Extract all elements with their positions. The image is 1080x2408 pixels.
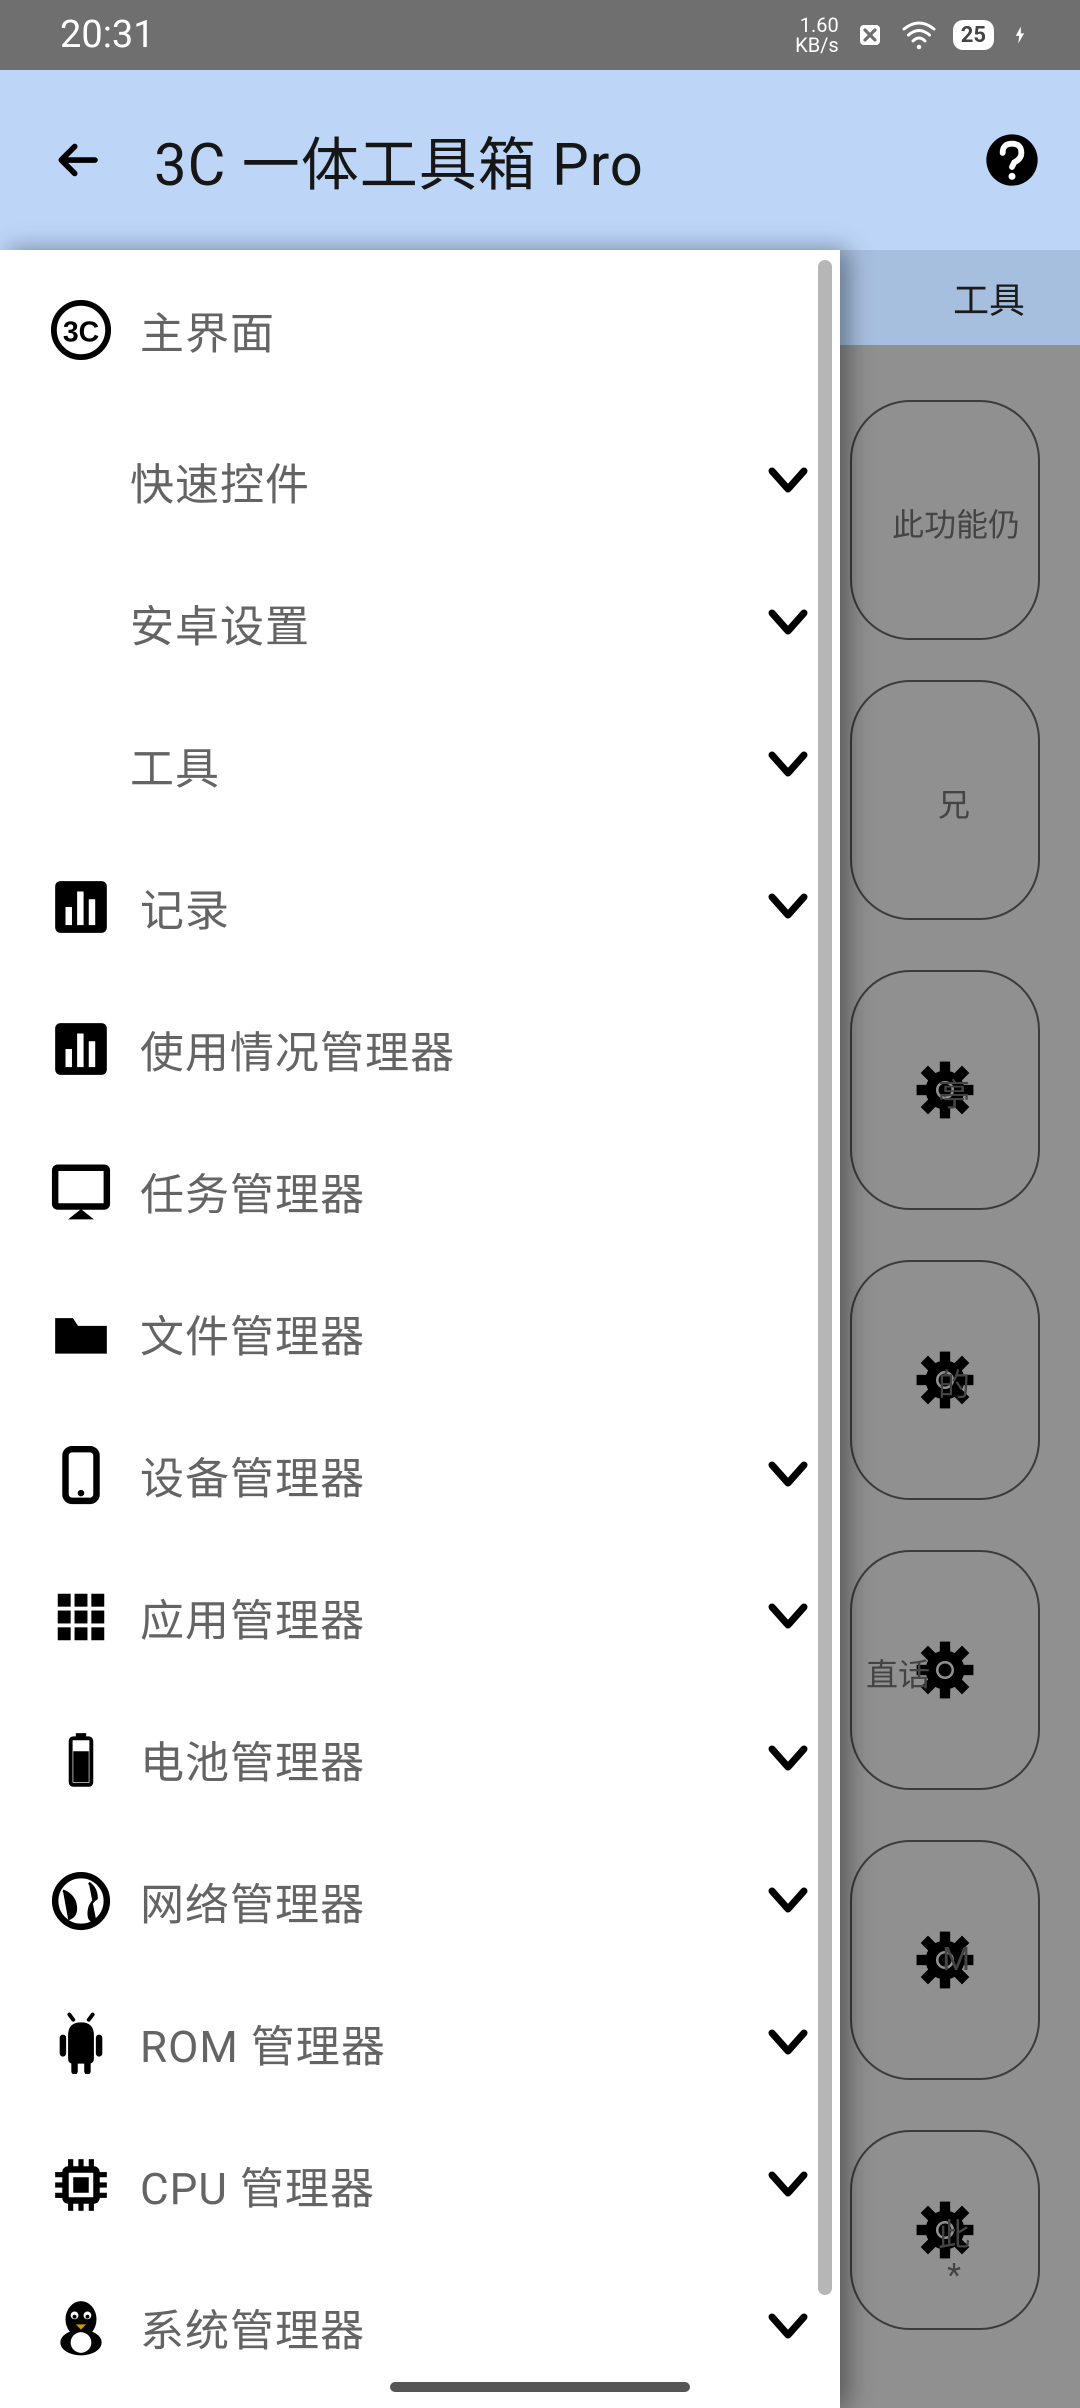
drawer-item[interactable]: CPU 管理器 [0,2114,840,2256]
x-box-icon [855,20,885,50]
drawer-item-label: 系统管理器 [140,2295,764,2359]
drawer-item[interactable]: 工具 [0,694,840,836]
drawer-item-label: 快速控件 [130,449,764,513]
nav-indicator [390,2382,690,2392]
back-button[interactable] [50,133,104,187]
app-header: 3C 一体工具箱 Pro [0,70,1080,250]
drawer-item[interactable]: 使用情况管理器 [0,978,840,1120]
chart-icon [44,1018,118,1080]
chevron-down-icon[interactable] [764,1593,812,1641]
drawer-item-label: 电池管理器 [140,1727,764,1791]
navigation-drawer[interactable]: 主界面快速控件安卓设置工具记录使用情况管理器任务管理器文件管理器设备管理器应用管… [0,250,840,2408]
backdrop-label: 直话 [866,1650,930,1696]
drawer-item-label: CPU 管理器 [140,2153,764,2217]
drawer-item[interactable]: 任务管理器 [0,1120,840,1262]
drawer-item-label: 工具 [130,733,764,797]
bolt-icon [1010,18,1030,52]
apps-icon [44,1586,118,1648]
drawer-item[interactable]: 网络管理器 [0,1830,840,1972]
scrollbar-thumb[interactable] [818,260,832,2295]
drawer-item-label: ROM 管理器 [140,2011,764,2075]
drawer-item[interactable]: 快速控件 [0,410,840,552]
chevron-down-icon[interactable] [764,741,812,789]
drawer-item[interactable]: 应用管理器 [0,1546,840,1688]
tab-tools[interactable]: 工具 [953,272,1025,324]
drawer-item[interactable]: 系统管理器 [0,2256,840,2398]
chevron-down-icon[interactable] [764,883,812,931]
chevron-down-icon[interactable] [764,1735,812,1783]
chevron-down-icon[interactable] [764,599,812,647]
cpu-icon [44,2154,118,2216]
status-time: 20:31 [60,13,155,57]
help-button[interactable] [984,132,1040,188]
drawer-item[interactable]: ROM 管理器 [0,1972,840,2114]
drawer-item[interactable]: 主界面 [0,250,840,410]
battery-indicator: 25 [953,20,994,50]
status-right: 1.60KB/s 25 [795,15,1030,55]
drawer-item-label: 应用管理器 [140,1585,764,1649]
drawer-item-label: 记录 [140,875,764,939]
wifi-icon [901,17,937,53]
monitor-icon [44,1160,118,1222]
chevron-down-icon[interactable] [764,1451,812,1499]
drawer-item-label: 文件管理器 [140,1301,812,1365]
chevron-down-icon[interactable] [764,1877,812,1925]
drawer-item[interactable]: 电池管理器 [0,1688,840,1830]
drawer-item-label: 安卓设置 [130,591,764,655]
drawer-item[interactable]: 记录 [0,836,840,978]
chevron-down-icon[interactable] [764,2303,812,2351]
app-title: 3C 一体工具箱 Pro [154,118,934,202]
backdrop-label: 的 [938,1360,970,1406]
drawer-item[interactable]: 设备管理器 [0,1404,840,1546]
drawer-item-label: 任务管理器 [140,1159,812,1223]
drawer-item-label: 使用情况管理器 [140,1017,812,1081]
backdrop-label: 兄 [938,780,970,826]
chevron-down-icon[interactable] [764,2161,812,2209]
phone-icon [44,1444,118,1506]
backdrop-label: M [942,1940,970,1978]
drawer-item-label: 主界面 [140,298,812,362]
status-network-speed: 1.60KB/s [795,15,839,55]
status-bar: 20:31 1.60KB/s 25 [0,0,1080,70]
drawer-item-label: 设备管理器 [140,1443,764,1507]
folder-icon [44,1302,118,1364]
chart-icon [44,876,118,938]
drawer-item[interactable]: 文件管理器 [0,1262,840,1404]
backdrop-label: 亭 [938,1070,970,1116]
backdrop-label: 此功能仍 [892,500,1020,546]
tux-icon [44,2296,118,2358]
chevron-down-icon[interactable] [764,457,812,505]
3c-icon [44,299,118,361]
battery-icon [44,1728,118,1790]
backdrop-label: 此 * [938,2210,970,2294]
android-icon [44,2012,118,2074]
chevron-down-icon[interactable] [764,2019,812,2067]
globe-icon [44,1870,118,1932]
drawer-item[interactable]: 安卓设置 [0,552,840,694]
drawer-item-label: 网络管理器 [140,1869,764,1933]
